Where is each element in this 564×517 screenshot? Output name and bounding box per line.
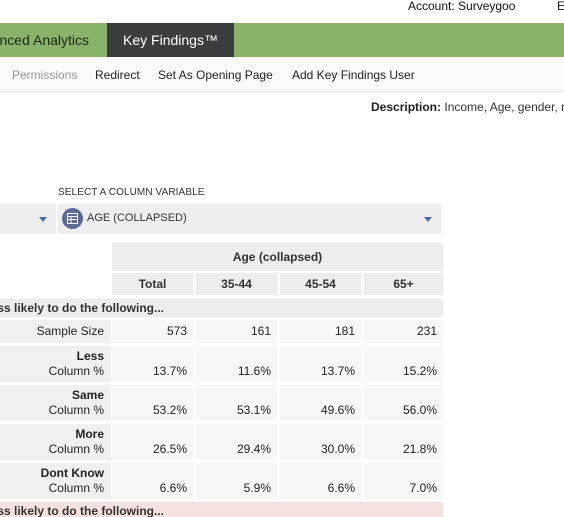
column-variable-value: AGE (COLLAPSED) — [87, 212, 187, 224]
row-label-title: Dont Know — [40, 466, 104, 480]
column-header: Total — [112, 273, 193, 295]
data-cell: 13.7% — [112, 346, 193, 382]
sample-size-cell: 181 — [280, 320, 361, 343]
data-cell: 30.0% — [280, 424, 361, 460]
column-header: 35-44 — [196, 273, 277, 295]
group-header: Age (collapsed) — [112, 243, 443, 271]
key-findings-menu: Permissions Redirect Set As Opening Page… — [0, 57, 564, 92]
sample-size-label: Sample Size — [0, 320, 111, 343]
column-variable-dropdown[interactable]: AGE (COLLAPSED) — [58, 204, 441, 234]
data-cell: 11.6% — [196, 346, 277, 382]
tab-key-findings[interactable]: Key Findings™ — [107, 23, 234, 57]
column-variable-label: SELECT A COLUMN VARIABLE — [58, 187, 205, 198]
redirect-menu-item[interactable]: Redirect — [95, 57, 140, 93]
sample-size-cell: 161 — [196, 320, 277, 343]
row-label-title: Less — [76, 349, 104, 363]
sample-size-cell: 573 — [112, 320, 193, 343]
table-icon — [62, 208, 83, 229]
main-tab-bar: nced Analytics Key Findings™ — [0, 23, 564, 57]
question-section-text: ess likely to do the following... — [0, 504, 164, 517]
row-label-sub: Column % — [48, 403, 104, 417]
add-key-findings-user-menu-item[interactable]: Add Key Findings User — [292, 57, 415, 93]
row-label: Less Column % — [0, 346, 111, 382]
question-section-header: ess likely to do the following... — [0, 502, 443, 517]
description: Description: Income, Age, gender, r — [371, 100, 564, 114]
description-text: Income, Age, gender, r — [444, 100, 564, 114]
row-variable-dropdown[interactable] — [0, 204, 56, 234]
row-label: Same Column % — [0, 385, 111, 421]
question-section-header: ss likely to do the following... — [0, 299, 443, 317]
data-cell: 53.2% — [112, 385, 193, 421]
row-label-sub: Column % — [48, 364, 104, 378]
column-header: 45-54 — [280, 273, 361, 295]
chevron-down-icon — [39, 217, 47, 222]
data-cell: 7.0% — [364, 463, 443, 499]
account-label[interactable]: Account: Surveygoo — [408, 0, 515, 13]
column-header: 65+ — [364, 273, 443, 295]
set-opening-page-menu-item[interactable]: Set As Opening Page — [158, 57, 273, 93]
data-cell: 13.7% — [280, 346, 361, 382]
row-label-title: More — [75, 427, 104, 441]
account-bar: Account: Surveygoo E — [0, 0, 564, 13]
permissions-menu-item: Permissions — [12, 68, 78, 82]
tab-advanced-analytics-label: nced Analytics — [0, 32, 89, 48]
data-cell: 29.4% — [196, 424, 277, 460]
data-cell: 5.9% — [196, 463, 277, 499]
data-cell: 15.2% — [364, 346, 443, 382]
sample-size-cell: 231 — [364, 320, 443, 343]
tab-advanced-analytics[interactable]: nced Analytics — [0, 23, 106, 57]
account-extra-label[interactable]: E — [557, 0, 564, 13]
row-label-sub: Column % — [48, 481, 104, 495]
row-label-title: Same — [71, 388, 104, 402]
row-label: Dont Know Column % — [0, 463, 111, 499]
question-section-text: ss likely to do the following... — [0, 301, 164, 315]
data-cell: 21.8% — [364, 424, 443, 460]
data-cell: 53.1% — [196, 385, 277, 421]
data-cell: 6.6% — [280, 463, 361, 499]
row-label: More Column % — [0, 424, 111, 460]
row-label-sub: Column % — [48, 442, 104, 456]
chevron-down-icon — [424, 217, 432, 222]
data-cell: 26.5% — [112, 424, 193, 460]
data-cell: 56.0% — [364, 385, 443, 421]
data-cell: 49.6% — [280, 385, 361, 421]
data-cell: 6.6% — [112, 463, 193, 499]
description-label: Description: — [371, 100, 442, 114]
